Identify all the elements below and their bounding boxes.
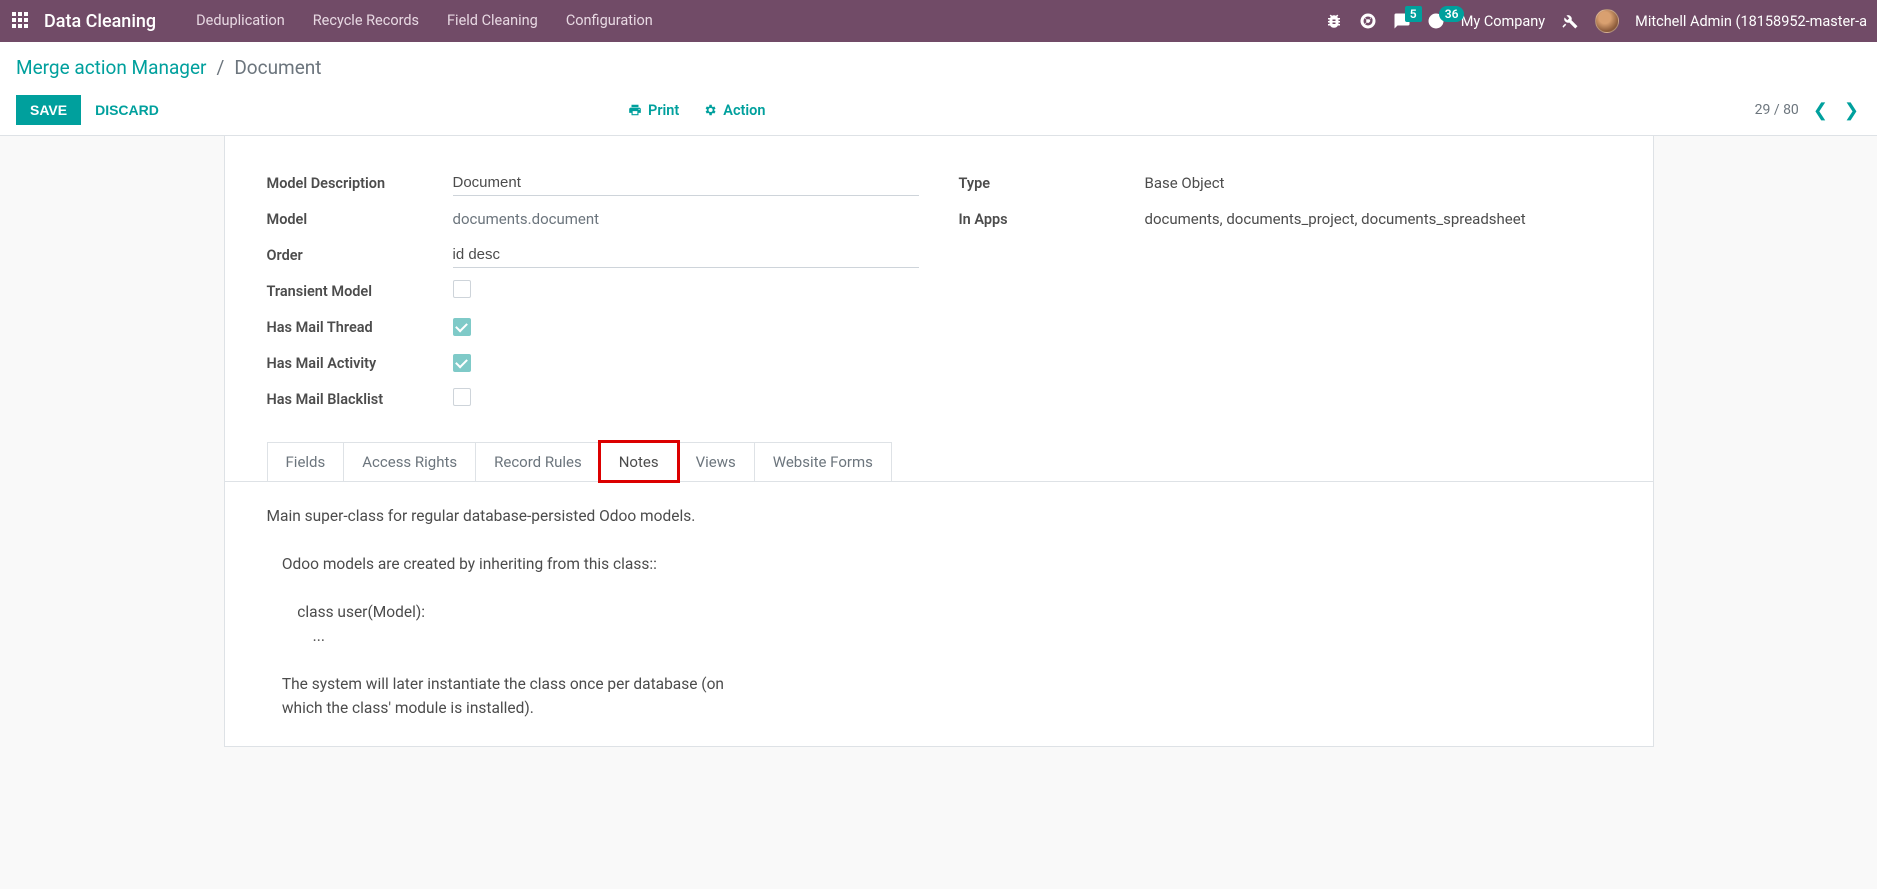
checkbox-mail-activity[interactable] — [453, 354, 471, 372]
tab-website-forms[interactable]: Website Forms — [754, 442, 892, 481]
print-button[interactable]: Print — [628, 102, 679, 119]
pager-next-icon[interactable]: ❯ — [1842, 100, 1861, 121]
activities-badge: 36 — [1439, 6, 1465, 22]
main-menu: Deduplication Recycle Records Field Clea… — [182, 0, 667, 42]
breadcrumb: Merge action Manager / Document — [16, 56, 1861, 79]
label-model-description: Model Description — [267, 175, 453, 192]
label-order: Order — [267, 247, 453, 264]
avatar[interactable] — [1595, 9, 1619, 33]
main-navbar: Data Cleaning Deduplication Recycle Reco… — [0, 0, 1877, 42]
nav-recycle-records[interactable]: Recycle Records — [299, 0, 433, 42]
tools-icon[interactable] — [1561, 12, 1579, 30]
notes-content[interactable]: Main super-class for regular database-pe… — [267, 504, 1611, 720]
tab-views[interactable]: Views — [677, 442, 755, 481]
activities-icon[interactable]: 36 — [1427, 12, 1445, 30]
label-mail-thread: Has Mail Thread — [267, 319, 453, 336]
discard-button[interactable]: DISCARD — [95, 102, 159, 118]
print-label: Print — [648, 102, 679, 119]
action-button[interactable]: Action — [703, 102, 765, 119]
tab-panel-notes: Main super-class for regular database-pe… — [225, 481, 1653, 730]
checkbox-transient[interactable] — [453, 280, 471, 298]
input-model-description[interactable] — [453, 170, 919, 196]
control-bar: Merge action Manager / Document SAVE DIS… — [0, 42, 1877, 136]
breadcrumb-parent[interactable]: Merge action Manager — [16, 56, 206, 79]
bug-icon[interactable] — [1325, 12, 1343, 30]
breadcrumb-current: Document — [234, 56, 321, 79]
tab-notes[interactable]: Notes — [600, 442, 678, 481]
pager: 29 / 80 ❮ ❯ — [1755, 100, 1861, 121]
messages-badge: 5 — [1405, 6, 1422, 22]
label-type: Type — [959, 175, 1145, 192]
messages-icon[interactable]: 5 — [1393, 12, 1411, 30]
apps-icon[interactable] — [12, 12, 30, 30]
value-type: Base Object — [1145, 174, 1611, 192]
print-icon — [628, 103, 642, 117]
save-button[interactable]: SAVE — [16, 95, 81, 125]
form-left-column: Model Description Model documents.docume… — [267, 166, 919, 418]
nav-deduplication[interactable]: Deduplication — [182, 0, 299, 42]
tab-fields[interactable]: Fields — [267, 442, 345, 481]
value-model: documents.document — [453, 206, 919, 232]
input-order[interactable] — [453, 242, 919, 268]
label-model: Model — [267, 211, 453, 228]
nav-field-cleaning[interactable]: Field Cleaning — [433, 0, 552, 42]
pager-text: 29 / 80 — [1755, 102, 1799, 118]
label-mail-blacklist: Has Mail Blacklist — [267, 391, 453, 408]
checkbox-mail-thread[interactable] — [453, 318, 471, 336]
form-right-column: Type Base Object In Apps documents, docu… — [959, 166, 1611, 418]
user-menu[interactable]: Mitchell Admin (18158952-master-a — [1635, 13, 1867, 30]
action-label: Action — [723, 102, 765, 119]
checkbox-mail-blacklist[interactable] — [453, 388, 471, 406]
support-icon[interactable] — [1359, 12, 1377, 30]
app-brand[interactable]: Data Cleaning — [44, 11, 156, 32]
tab-access-rights[interactable]: Access Rights — [343, 442, 476, 481]
breadcrumb-separator: / — [216, 56, 224, 79]
label-mail-activity: Has Mail Activity — [267, 355, 453, 372]
navbar-right: 5 36 My Company Mitchell Admin (18158952… — [1325, 0, 1867, 42]
tab-record-rules[interactable]: Record Rules — [475, 442, 601, 481]
form-sheet: Model Description Model documents.docume… — [224, 136, 1654, 747]
value-in-apps: documents, documents_project, documents_… — [1145, 210, 1611, 228]
company-switcher[interactable]: My Company — [1461, 13, 1545, 30]
gear-icon — [703, 103, 717, 117]
label-in-apps: In Apps — [959, 211, 1145, 228]
pager-prev-icon[interactable]: ❮ — [1811, 100, 1830, 121]
tabs: Fields Access Rights Record Rules Notes … — [267, 442, 1611, 481]
nav-configuration[interactable]: Configuration — [552, 0, 667, 42]
label-transient: Transient Model — [267, 283, 453, 300]
